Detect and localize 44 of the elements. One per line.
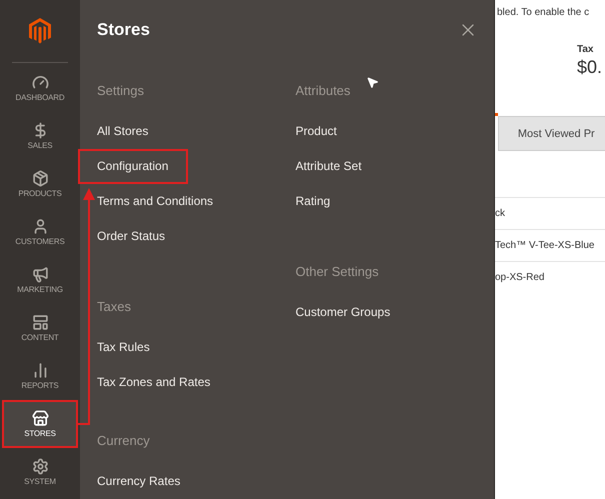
nav-item[interactable]: CONTENT xyxy=(0,304,80,352)
nav-item[interactable]: STORES xyxy=(2,400,78,448)
menu-link[interactable]: Tax Zones and Rates xyxy=(78,365,230,400)
menu-heading: Taxes xyxy=(97,298,131,316)
box-icon xyxy=(32,170,48,187)
menu-link[interactable]: All Stores xyxy=(78,114,168,149)
menu-heading: Settings xyxy=(97,82,144,100)
menu-heading: Attributes xyxy=(296,82,350,100)
nav-item[interactable]: SALES xyxy=(0,112,80,160)
mouse-pointer-icon xyxy=(366,76,379,89)
row-text: Tech™ V-Tee-XS-Blue xyxy=(495,240,594,251)
menu-link[interactable]: Terms and Conditions xyxy=(78,184,234,219)
logo-icon xyxy=(29,18,51,44)
menu-link[interactable]: Rating xyxy=(276,184,350,219)
menu-link[interactable]: Tax Rules xyxy=(78,330,170,365)
nav-item[interactable]: REPORTS xyxy=(0,352,80,400)
menu-link[interactable]: Attribute Set xyxy=(276,149,382,184)
row-text: ck xyxy=(495,208,505,219)
panel-title: Stores xyxy=(97,20,150,40)
menu-heading: Currency xyxy=(97,432,150,450)
nav-item[interactable]: SYSTEM xyxy=(0,448,80,496)
megaphone-icon xyxy=(32,266,48,283)
menu-link[interactable]: Order Status xyxy=(78,219,186,254)
notice-text: bled. To enable the c xyxy=(496,6,590,20)
person-icon xyxy=(32,218,48,235)
nav-item[interactable]: DASHBOARD xyxy=(0,64,80,112)
layout-icon xyxy=(32,314,48,331)
tax-label: Tax xyxy=(577,44,594,55)
storefront-icon xyxy=(32,410,48,427)
nav-item[interactable]: CUSTOMERS xyxy=(0,208,80,256)
bar-chart-icon xyxy=(32,362,48,379)
menu-link[interactable]: Product xyxy=(276,114,357,149)
nav-item[interactable]: PRODUCTS xyxy=(0,160,80,208)
menu-link[interactable]: Currency Rates xyxy=(78,464,200,499)
menu-link[interactable]: Customer Groups xyxy=(276,295,410,330)
gauge-icon xyxy=(32,74,48,91)
menu-link[interactable]: Configuration xyxy=(78,149,188,184)
row-text: op-XS-Red xyxy=(495,272,544,283)
tab-marker xyxy=(495,113,498,116)
tax-value: $0. xyxy=(577,57,604,78)
nav-item[interactable]: MARKETING xyxy=(0,256,80,304)
tab[interactable]: Most Viewed Pr xyxy=(498,116,605,151)
gear-icon xyxy=(32,458,48,475)
menu-heading: Other Settings xyxy=(296,263,379,281)
